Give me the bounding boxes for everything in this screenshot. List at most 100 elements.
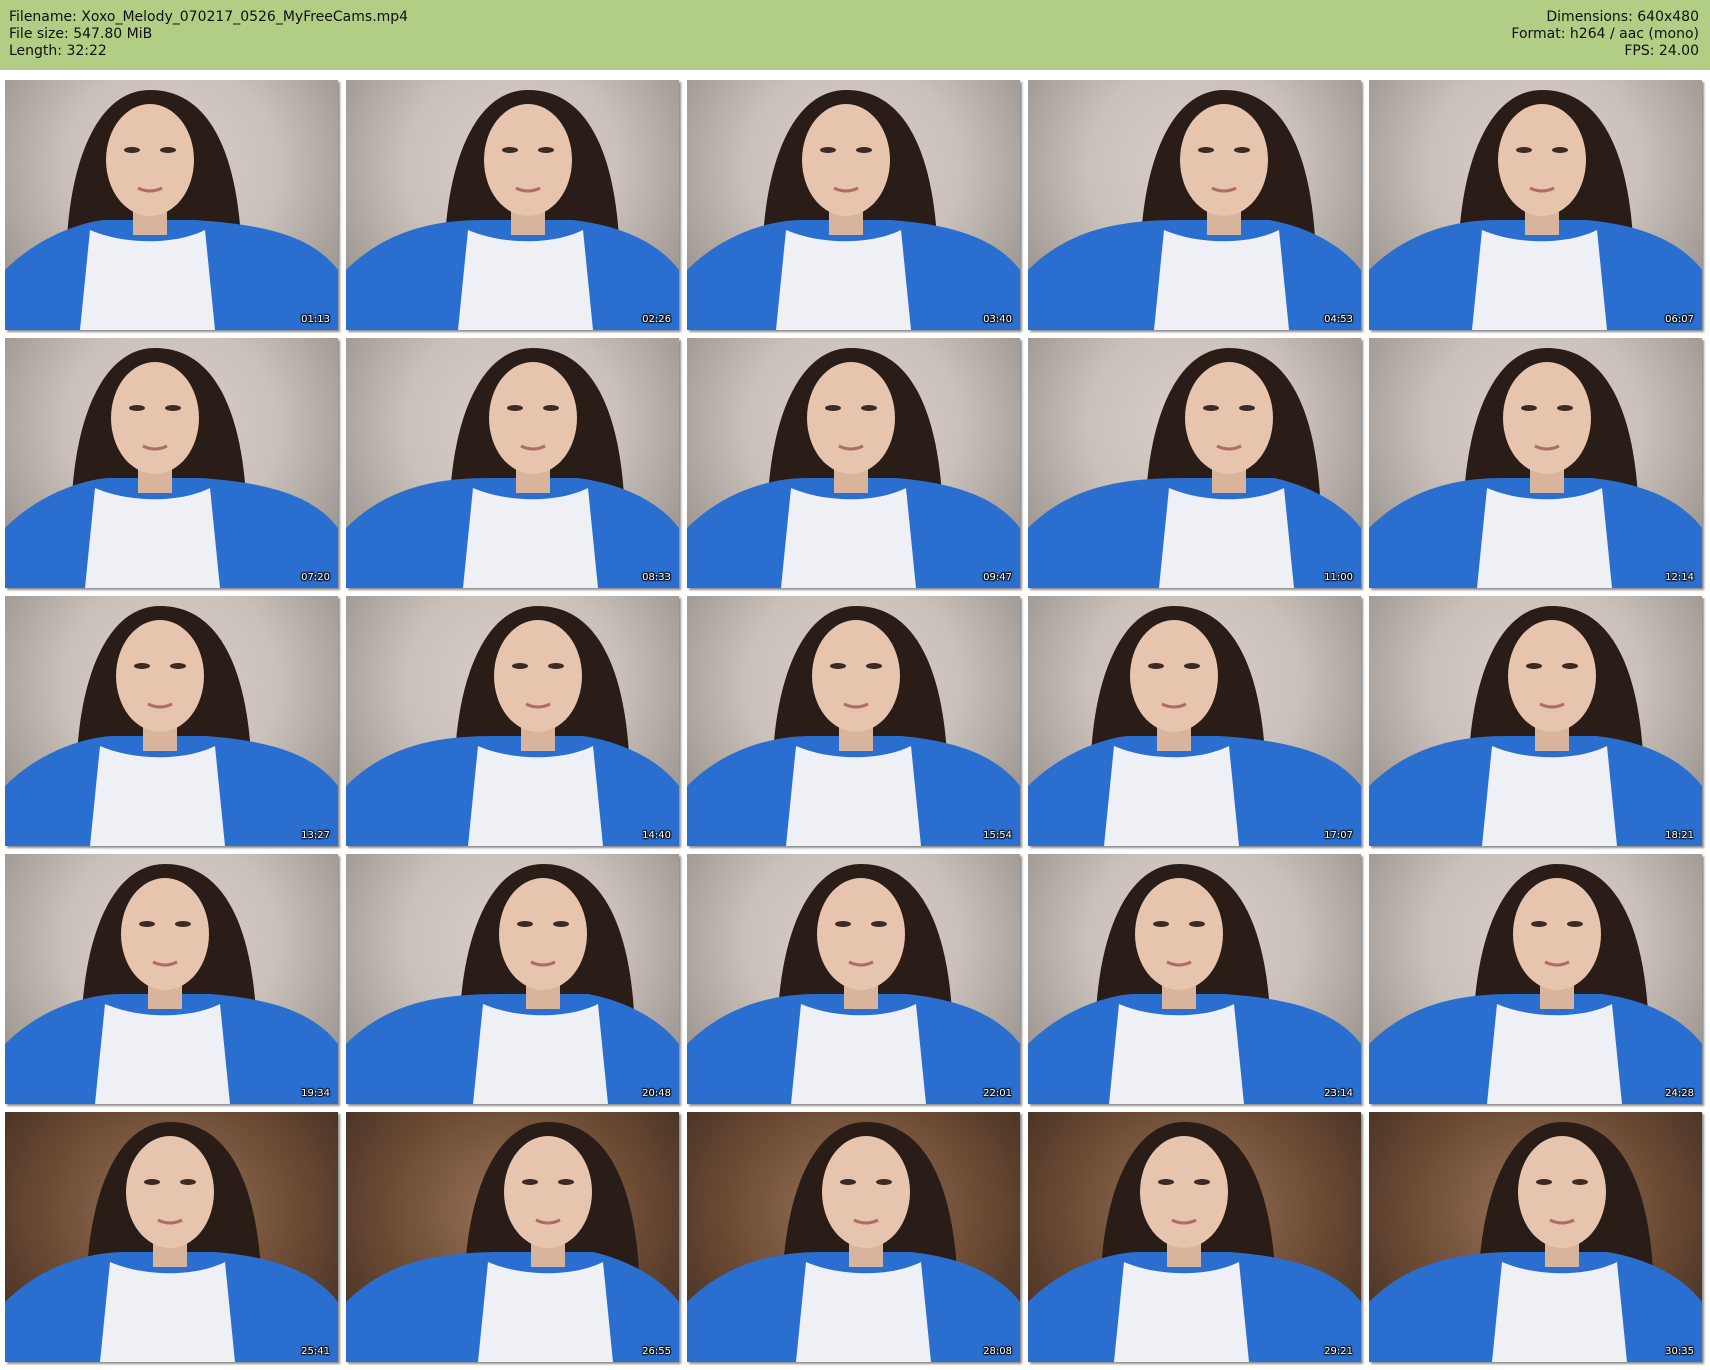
- left-eye-shape: [1526, 663, 1542, 669]
- frame-figure: [5, 864, 338, 1104]
- face-shape: [121, 878, 209, 990]
- frame-figure: [1369, 90, 1702, 330]
- shirt-front-shape: [1154, 230, 1289, 330]
- meta-right-block: Dimensions: 640x480 Format: h264 / aac (…: [1511, 9, 1699, 60]
- frame-figure: [1028, 1122, 1361, 1362]
- face-shape: [807, 362, 895, 474]
- left-eye-shape: [522, 1179, 538, 1185]
- frame-figure: [346, 348, 679, 588]
- face-shape: [126, 1136, 214, 1248]
- frame-figure: [1369, 1122, 1702, 1362]
- video-frame-thumbnail: 30:35: [1369, 1112, 1702, 1362]
- frame-timestamp: 24:28: [1665, 1088, 1694, 1099]
- fps-text: FPS: 24.00: [1624, 43, 1699, 59]
- frame-figure: [346, 864, 679, 1104]
- frame-figure: [346, 90, 679, 330]
- video-frame-thumbnail: 06:07: [1369, 80, 1702, 330]
- right-eye-shape: [856, 147, 872, 153]
- frame-timestamp: 12:14: [1665, 572, 1694, 583]
- face-shape: [822, 1136, 910, 1248]
- right-eye-shape: [1189, 921, 1205, 927]
- frame-figure: [346, 1122, 679, 1362]
- video-frame-thumbnail: 23:14: [1028, 854, 1361, 1104]
- frame-timestamp: 18:21: [1665, 830, 1694, 841]
- right-eye-shape: [1557, 405, 1573, 411]
- left-eye-shape: [840, 1179, 856, 1185]
- frame-timestamp: 07:20: [301, 572, 330, 583]
- left-eye-shape: [1148, 663, 1164, 669]
- file-size-text: File size: 547.80 MiB: [9, 26, 153, 42]
- face-shape: [1503, 362, 1591, 474]
- frame-timestamp: 15:54: [983, 830, 1012, 841]
- shirt-front-shape: [776, 230, 911, 330]
- shirt-front-shape: [1482, 746, 1617, 846]
- right-eye-shape: [180, 1179, 196, 1185]
- format-text: Format: h264 / aac (mono): [1511, 26, 1699, 42]
- left-eye-shape: [139, 921, 155, 927]
- frame-figure: [5, 90, 338, 330]
- video-frame-thumbnail: 19:34: [5, 854, 338, 1104]
- left-eye-shape: [144, 1179, 160, 1185]
- left-eye-shape: [129, 405, 145, 411]
- frame-figure: [687, 1122, 1020, 1362]
- video-frame-thumbnail: 28:08: [687, 1112, 1020, 1362]
- frame-figure: [346, 606, 679, 846]
- frame-timestamp: 20:48: [642, 1088, 671, 1099]
- face-shape: [1518, 1136, 1606, 1248]
- left-eye-shape: [1203, 405, 1219, 411]
- left-eye-shape: [134, 663, 150, 669]
- frame-timestamp: 03:40: [983, 314, 1012, 325]
- left-eye-shape: [1521, 405, 1537, 411]
- video-info-header: Filename: Xoxo_Melody_070217_0526_MyFree…: [0, 0, 1710, 70]
- face-shape: [1135, 878, 1223, 990]
- right-eye-shape: [1572, 1179, 1588, 1185]
- video-frame-thumbnail: 13:27: [5, 596, 338, 846]
- shirt-front-shape: [1114, 1262, 1249, 1362]
- left-eye-shape: [502, 147, 518, 153]
- video-frame-thumbnail: 29:21: [1028, 1112, 1361, 1362]
- video-frame-thumbnail: 02:26: [346, 80, 679, 330]
- right-eye-shape: [861, 405, 877, 411]
- frame-figure: [5, 348, 338, 588]
- video-frame-thumbnail: 08:33: [346, 338, 679, 588]
- frame-timestamp: 13:27: [301, 830, 330, 841]
- right-eye-shape: [543, 405, 559, 411]
- video-frame-thumbnail: 09:47: [687, 338, 1020, 588]
- video-frame-thumbnail: 25:41: [5, 1112, 338, 1362]
- right-eye-shape: [1567, 921, 1583, 927]
- frame-timestamp: 30:35: [1665, 1346, 1694, 1357]
- video-frame-thumbnail: 26:55: [346, 1112, 679, 1362]
- frame-timestamp: 06:07: [1665, 314, 1694, 325]
- face-shape: [494, 620, 582, 732]
- shirt-front-shape: [1472, 230, 1607, 330]
- shirt-front-shape: [796, 1262, 931, 1362]
- face-shape: [111, 362, 199, 474]
- video-frame-thumbnail: 15:54: [687, 596, 1020, 846]
- right-eye-shape: [538, 147, 554, 153]
- video-frame-thumbnail: 03:40: [687, 80, 1020, 330]
- face-shape: [116, 620, 204, 732]
- right-eye-shape: [175, 921, 191, 927]
- shirt-front-shape: [80, 230, 215, 330]
- right-eye-shape: [1234, 147, 1250, 153]
- face-shape: [817, 878, 905, 990]
- left-eye-shape: [825, 405, 841, 411]
- video-frame-thumbnail: 24:28: [1369, 854, 1702, 1104]
- left-eye-shape: [1516, 147, 1532, 153]
- left-eye-shape: [1536, 1179, 1552, 1185]
- shirt-front-shape: [473, 1004, 608, 1104]
- shirt-front-shape: [1104, 746, 1239, 846]
- filename-text: Filename: Xoxo_Melody_070217_0526_MyFree…: [9, 9, 409, 25]
- face-shape: [106, 104, 194, 216]
- left-eye-shape: [512, 663, 528, 669]
- shirt-front-shape: [85, 488, 220, 588]
- frame-timestamp: 17:07: [1324, 830, 1353, 841]
- frame-figure: [687, 864, 1020, 1104]
- video-frame-thumbnail: 12:14: [1369, 338, 1702, 588]
- left-eye-shape: [1531, 921, 1547, 927]
- frame-timestamp: 22:01: [983, 1088, 1012, 1099]
- frame-figure: [5, 606, 338, 846]
- left-eye-shape: [1153, 921, 1169, 927]
- face-shape: [1498, 104, 1586, 216]
- right-eye-shape: [1239, 405, 1255, 411]
